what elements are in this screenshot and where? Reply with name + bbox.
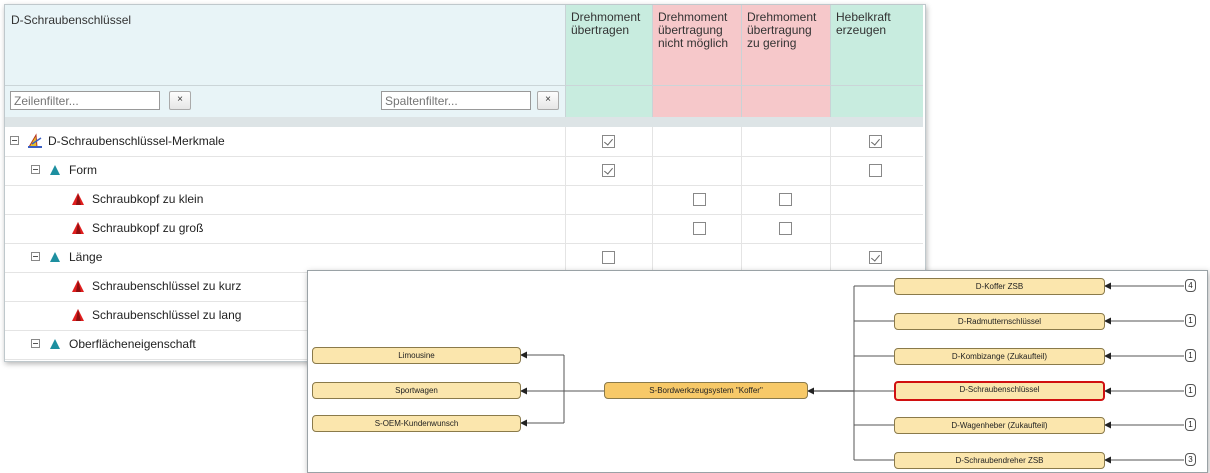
- tree-node-schraubendreher-zsb[interactable]: D-Schraubendreher ZSB: [894, 452, 1105, 469]
- tree-node-schraubenschluessel[interactable]: D-Schraubenschlüssel: [894, 381, 1105, 401]
- row-label: Schraubkopf zu groß: [92, 221, 204, 235]
- matrix-checkbox[interactable]: [779, 193, 792, 206]
- matrix-title: D-Schraubenschlüssel: [11, 13, 132, 27]
- count-badge[interactable]: 1: [1185, 349, 1196, 362]
- matrix-checkbox[interactable]: [779, 222, 792, 235]
- tree-connectors: [520, 282, 1184, 464]
- tree-node-kombizange[interactable]: D-Kombizange (Zukaufteil): [894, 348, 1105, 365]
- tree-node-sportwagen[interactable]: Sportwagen: [312, 382, 521, 399]
- failure-mode-icon: [72, 280, 84, 292]
- row-label: Schraubenschlüssel zu kurz: [92, 279, 242, 293]
- column-header-hebelkraft[interactable]: Hebelkraft erzeugen: [830, 5, 923, 117]
- matrix-row[interactable]: Schraubkopf zu groß: [5, 214, 923, 244]
- count-badge[interactable]: 3: [1185, 453, 1196, 466]
- header-separator: [5, 117, 923, 127]
- row-filter-input[interactable]: [10, 91, 160, 110]
- matrix-row[interactable]: Form: [5, 156, 923, 186]
- collapse-toggle-icon[interactable]: [31, 339, 40, 348]
- count-badge[interactable]: 1: [1185, 384, 1196, 397]
- column-header-line: erzeugen: [836, 23, 887, 37]
- matrix-row[interactable]: Schraubkopf zu klein: [5, 185, 923, 215]
- failure-mode-icon: [72, 193, 84, 205]
- failure-mode-icon: [72, 222, 84, 234]
- matrix-checkbox[interactable]: [602, 135, 615, 148]
- matrix-row[interactable]: Länge: [5, 243, 923, 273]
- column-header-drehmoment-zu-gering[interactable]: Drehmoment übertragung zu gering: [741, 5, 830, 117]
- system-root-icon: [28, 133, 42, 148]
- column-header-label: Drehmoment übertragung nicht möglich: [658, 11, 728, 50]
- row-filter-clear-button[interactable]: ×: [169, 91, 191, 110]
- column-header-label: Drehmoment übertragung zu gering: [747, 11, 816, 50]
- function-element-icon: [50, 165, 60, 175]
- matrix-checkbox[interactable]: [869, 135, 882, 148]
- column-header-line: übertragen: [571, 23, 630, 37]
- collapse-toggle-icon[interactable]: [31, 252, 40, 261]
- matrix-row[interactable]: D-Schraubenschlüssel-Merkmale: [5, 127, 923, 157]
- filter-divider: [5, 85, 923, 86]
- collapse-toggle-icon[interactable]: [10, 136, 19, 145]
- count-badge[interactable]: 4: [1185, 279, 1196, 292]
- matrix-checkbox[interactable]: [693, 193, 706, 206]
- row-label: Form: [69, 163, 97, 177]
- column-header-label: Hebelkraft erzeugen: [836, 11, 891, 37]
- failure-mode-icon: [72, 309, 84, 321]
- row-label: Schraubkopf zu klein: [92, 192, 204, 206]
- tree-node-koffer-zsb[interactable]: D-Koffer ZSB: [894, 278, 1105, 295]
- count-badge[interactable]: 1: [1185, 418, 1196, 431]
- column-header-line: nicht möglich: [658, 36, 729, 50]
- column-header-label: Drehmoment übertragen: [571, 11, 640, 37]
- tree-node-wagenheber[interactable]: D-Wagenheber (Zukaufteil): [894, 417, 1105, 434]
- row-label: D-Schraubenschlüssel-Merkmale: [48, 134, 225, 148]
- column-filter-clear-button[interactable]: ×: [537, 91, 559, 110]
- row-label: Schraubenschlüssel zu lang: [92, 308, 242, 322]
- function-element-icon: [50, 252, 60, 262]
- row-label: Oberflächeneigenschaft: [69, 337, 196, 351]
- collapse-toggle-icon[interactable]: [31, 165, 40, 174]
- row-label: Länge: [69, 250, 103, 264]
- count-badge[interactable]: 1: [1185, 314, 1196, 327]
- matrix-checkbox[interactable]: [602, 251, 615, 264]
- column-header-drehmoment-nicht-moeglich[interactable]: Drehmoment übertragung nicht möglich: [652, 5, 741, 117]
- tree-node-limousine[interactable]: Limousine: [312, 347, 521, 364]
- tree-node-bordwerkzeugsystem[interactable]: S-Bordwerkzeugsystem "Koffer": [604, 382, 808, 399]
- matrix-checkbox[interactable]: [693, 222, 706, 235]
- tree-node-radmutternschluessel[interactable]: D-Radmutternschlüssel: [894, 313, 1105, 330]
- tree-node-oem-kundenwunsch[interactable]: S-OEM-Kundenwunsch: [312, 415, 521, 432]
- column-header-drehmoment-uebertragen[interactable]: Drehmoment übertragen: [565, 5, 652, 117]
- matrix-checkbox[interactable]: [869, 164, 882, 177]
- matrix-checkbox[interactable]: [602, 164, 615, 177]
- column-header-line: zu gering: [747, 36, 797, 50]
- matrix-checkbox[interactable]: [869, 251, 882, 264]
- structure-tree-panel: Limousine Sportwagen S-OEM-Kundenwunsch …: [307, 270, 1208, 473]
- column-filter-input[interactable]: [381, 91, 531, 110]
- function-element-icon: [50, 339, 60, 349]
